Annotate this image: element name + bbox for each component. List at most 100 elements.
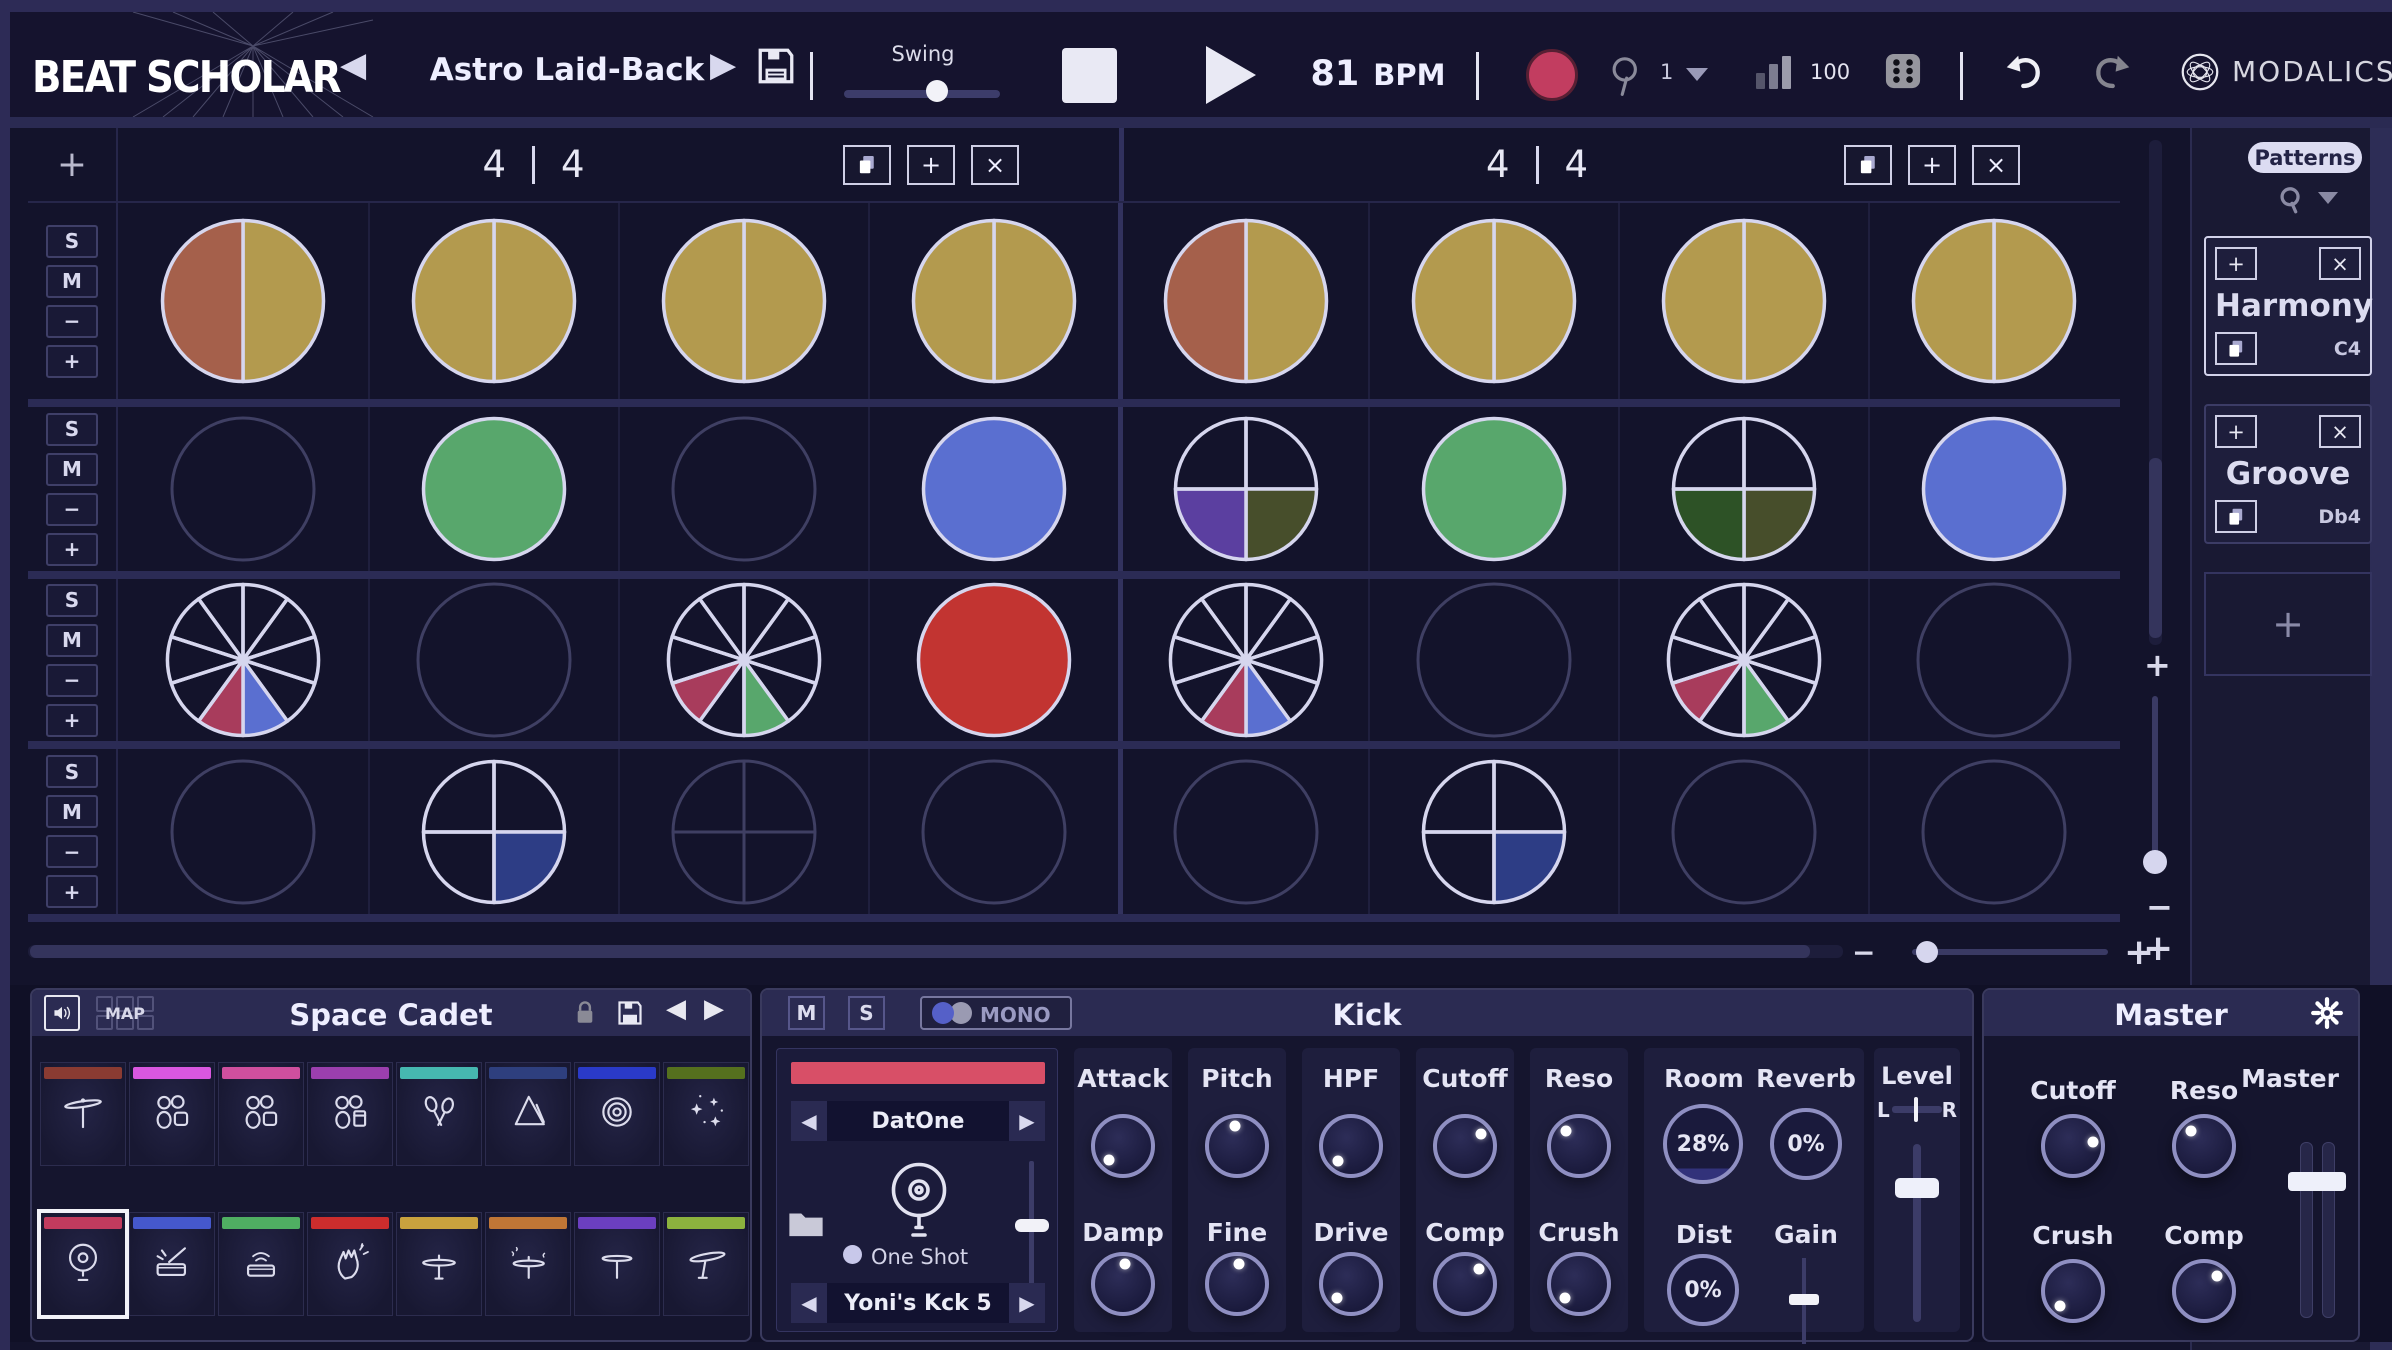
- lane-sol-button[interactable]: S: [46, 413, 98, 446]
- beat-cell[interactable]: [118, 407, 368, 571]
- beat-circle[interactable]: [168, 414, 318, 564]
- v-zoom-slider-thumb[interactable]: [2143, 850, 2167, 874]
- beat-cell[interactable]: [1868, 749, 2118, 914]
- duplicate-measure-button[interactable]: [1844, 145, 1892, 185]
- folder-icon[interactable]: [787, 1207, 825, 1239]
- sample-next-button[interactable]: ▶: [1009, 1283, 1045, 1323]
- beat-cell[interactable]: [618, 749, 868, 914]
- lane-mute-button[interactable]: M: [46, 265, 98, 298]
- reverb-knob[interactable]: 0%: [1770, 1108, 1842, 1180]
- pitch-knob[interactable]: [1205, 1114, 1269, 1178]
- v-zoom-slider[interactable]: [2152, 696, 2158, 864]
- beat-cell[interactable]: [368, 407, 618, 571]
- lane-remove-division-button[interactable]: −: [46, 305, 98, 338]
- beat-circle[interactable]: [669, 414, 819, 564]
- master-crush-knob[interactable]: [2041, 1259, 2105, 1323]
- beat-circle[interactable]: [414, 580, 574, 740]
- beat-cell[interactable]: [1618, 407, 1868, 571]
- beat-cell[interactable]: [1618, 579, 1868, 741]
- h-zoom-out-button[interactable]: −: [1852, 936, 1875, 969]
- pattern-duplicate-button[interactable]: [2215, 500, 2257, 533]
- lane-remove-division-button[interactable]: −: [46, 664, 98, 697]
- beat-cell[interactable]: [868, 749, 1118, 914]
- beat-circle[interactable]: [909, 216, 1079, 386]
- drum-pad-maracas[interactable]: [396, 1062, 482, 1166]
- beat-circle[interactable]: [1669, 757, 1819, 907]
- room-knob[interactable]: 28%: [1663, 1104, 1743, 1184]
- kit-save-button[interactable]: [616, 998, 644, 1028]
- vertical-scrollbar-thumb[interactable]: [2149, 458, 2162, 638]
- pattern-add-button[interactable]: +: [2215, 415, 2257, 448]
- add-measure-button[interactable]: +: [28, 128, 118, 201]
- master-fader-track-left[interactable]: [2300, 1142, 2313, 1318]
- master-cutoff-knob[interactable]: [2041, 1114, 2105, 1178]
- drum-pad-snare-buzz[interactable]: [218, 1212, 304, 1316]
- pattern-quantize-icon[interactable]: [2276, 184, 2306, 218]
- beat-circle[interactable]: [1919, 414, 2069, 564]
- beat-circle[interactable]: [1919, 757, 2069, 907]
- beat-cell[interactable]: [1118, 203, 1368, 399]
- redo-button[interactable]: [2088, 50, 2136, 96]
- pattern-empty-slot[interactable]: +: [2204, 572, 2372, 676]
- beat-circle[interactable]: [1909, 216, 2079, 386]
- beat-circle[interactable]: [664, 580, 824, 740]
- beat-cell[interactable]: [1368, 203, 1618, 399]
- add-beat-button[interactable]: +: [1908, 145, 1956, 185]
- master-comp-knob[interactable]: [2172, 1259, 2236, 1323]
- crush-knob[interactable]: [1547, 1252, 1611, 1316]
- beat-circle[interactable]: [919, 757, 1069, 907]
- v-zoom-out-button[interactable]: −: [2146, 888, 2173, 926]
- drum-pad-drum-kit-tom[interactable]: [307, 1062, 393, 1166]
- pattern-close-button[interactable]: ×: [2319, 415, 2361, 448]
- velocity-value[interactable]: 100: [1810, 60, 1850, 84]
- delete-measure-button[interactable]: ×: [971, 145, 1019, 185]
- beat-cell[interactable]: [1118, 407, 1368, 571]
- sample-prev-button[interactable]: ◀: [791, 1283, 827, 1323]
- beat-circle[interactable]: [1659, 216, 1829, 386]
- beat-circle[interactable]: [1171, 757, 1321, 907]
- record-button[interactable]: [1526, 49, 1578, 101]
- lane-add-division-button[interactable]: +: [46, 533, 98, 566]
- beat-circle[interactable]: [1161, 216, 1331, 386]
- beat-unit[interactable]: 4: [561, 143, 585, 186]
- beats-count[interactable]: 4: [1486, 143, 1510, 186]
- beat-circle[interactable]: [419, 757, 569, 907]
- beat-cell[interactable]: [1368, 407, 1618, 571]
- beat-circle[interactable]: [1414, 580, 1574, 740]
- pattern-name[interactable]: Harmony: [2215, 288, 2361, 324]
- fine-knob[interactable]: [1205, 1252, 1269, 1316]
- bank-next-button[interactable]: ▶: [1009, 1101, 1045, 1141]
- beat-circle[interactable]: [914, 580, 1074, 740]
- master-reso-knob[interactable]: [2172, 1114, 2236, 1178]
- beat-cell[interactable]: [1368, 579, 1618, 741]
- beat-circle[interactable]: [669, 757, 819, 907]
- lane-sol-button[interactable]: S: [46, 584, 98, 617]
- drive-knob[interactable]: [1319, 1252, 1383, 1316]
- velocity-bars-icon[interactable]: [1756, 56, 1791, 89]
- beat-cell[interactable]: [118, 579, 368, 741]
- beat-cell[interactable]: [1368, 749, 1618, 914]
- beat-circle[interactable]: [919, 414, 1069, 564]
- lane-sol-button[interactable]: S: [46, 225, 98, 258]
- drum-pad-crash-cymbal[interactable]: [663, 1212, 749, 1316]
- pattern-dropdown-icon[interactable]: [2318, 192, 2338, 204]
- save-button[interactable]: [755, 44, 797, 88]
- drum-pad-clap[interactable]: [307, 1212, 393, 1316]
- beat-cell[interactable]: [118, 749, 368, 914]
- beat-cell[interactable]: [1118, 749, 1368, 914]
- undo-button[interactable]: [2000, 50, 2048, 96]
- waveform-bar[interactable]: [791, 1062, 1045, 1084]
- drum-pad-drum-kit[interactable]: [129, 1062, 215, 1166]
- patterns-badge[interactable]: Patterns: [2248, 142, 2362, 173]
- master-fader-handle[interactable]: [2288, 1172, 2346, 1191]
- add-beat-button[interactable]: +: [907, 145, 955, 185]
- pattern-card-groove[interactable]: + × Groove Db4: [2204, 404, 2372, 544]
- lane-remove-division-button[interactable]: −: [46, 493, 98, 526]
- v-zoom-in-button-2[interactable]: +: [2143, 928, 2173, 969]
- pattern-duplicate-button[interactable]: [2215, 332, 2257, 365]
- beat-cell[interactable]: [1868, 203, 2118, 399]
- h-zoom-slider[interactable]: [1912, 949, 2108, 955]
- kit-lock-icon[interactable]: [572, 998, 598, 1028]
- one-shot-indicator[interactable]: [843, 1245, 862, 1264]
- beat-circle[interactable]: [1419, 414, 1569, 564]
